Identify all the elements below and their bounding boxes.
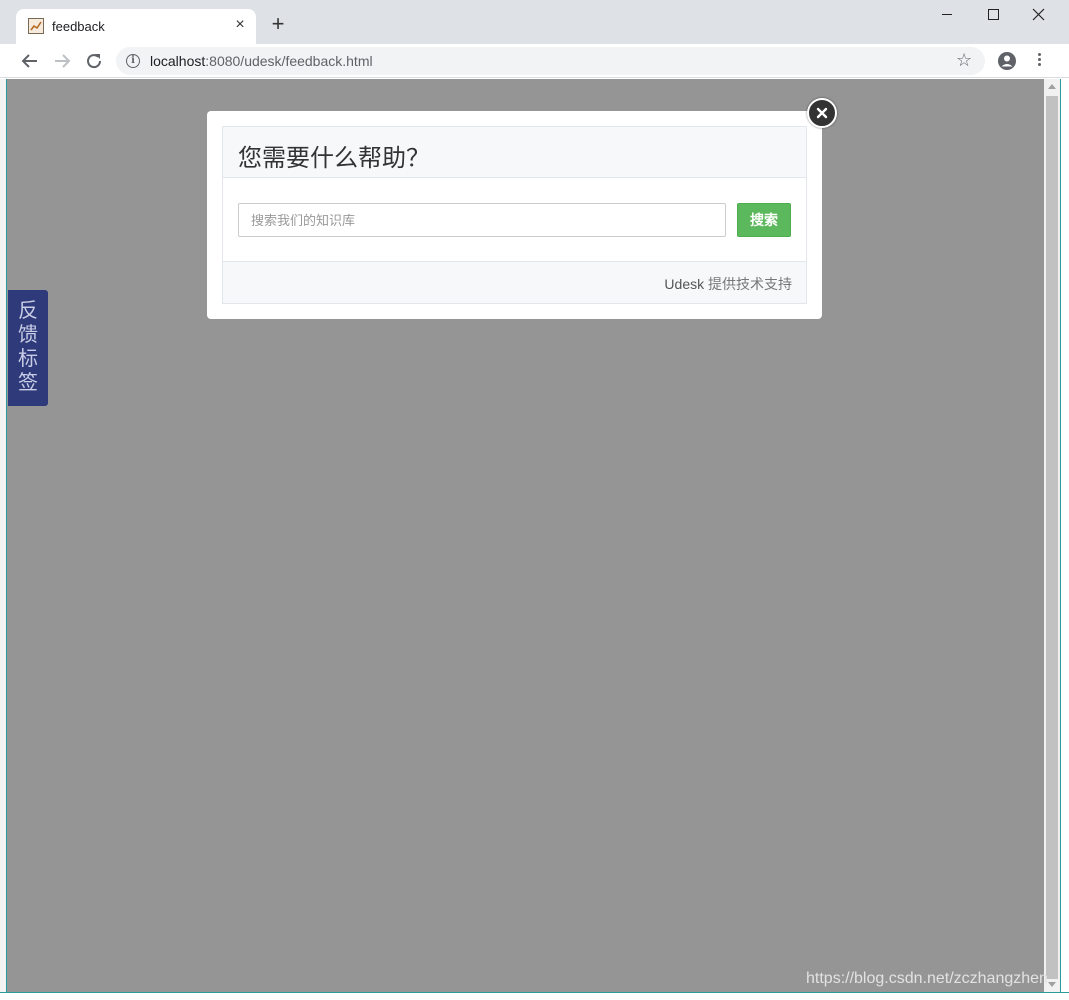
menu-dots-icon[interactable] — [1032, 51, 1046, 71]
browser-window: feedback × + i localhost:8080/udesk/feed… — [0, 0, 1069, 1000]
help-modal: 您需要什么帮助？ 搜索 Udesk 提供技术支持 — [207, 111, 822, 319]
info-icon[interactable]: i — [126, 54, 140, 68]
new-tab-plus-icon[interactable]: + — [266, 13, 290, 37]
feedback-side-tab[interactable]: 反 馈 标 签 — [8, 290, 48, 406]
reload-icon[interactable] — [82, 49, 106, 73]
window-close-button[interactable] — [1016, 0, 1062, 30]
modal-close-button[interactable] — [807, 98, 837, 128]
footer-support-text: 提供技术支持 — [704, 276, 792, 292]
powered-by: Udesk 提供技术支持 — [664, 274, 792, 294]
tab-close-icon[interactable]: × — [230, 15, 250, 35]
url-text: localhost:8080/udesk/feedback.html — [150, 53, 373, 69]
address-bar[interactable]: i localhost:8080/udesk/feedback.html ☆ — [116, 47, 985, 75]
feedback-side-tab-label: 反 馈 标 签 — [8, 299, 48, 395]
url-host: localhost — [150, 53, 206, 69]
panel-header: 您需要什么帮助？ — [223, 127, 806, 178]
maximize-button[interactable] — [970, 0, 1016, 30]
star-icon[interactable]: ☆ — [956, 50, 972, 70]
side-tab-char: 标 — [18, 348, 38, 370]
modal-title: 您需要什么帮助？ — [238, 145, 430, 172]
forward-arrow-icon[interactable] — [50, 49, 74, 73]
profile-icon[interactable] — [997, 51, 1017, 71]
knowledge-search-input[interactable] — [238, 203, 726, 237]
url-path: :8080/udesk/feedback.html — [205, 53, 373, 69]
vertical-scrollbar[interactable] — [1044, 79, 1060, 992]
favicon-icon — [28, 18, 44, 34]
back-arrow-icon[interactable] — [18, 49, 42, 73]
close-icon — [1032, 8, 1045, 21]
side-tab-char: 反 — [18, 300, 38, 322]
help-panel: 您需要什么帮助？ 搜索 Udesk 提供技术支持 — [222, 126, 807, 304]
minimize-button[interactable] — [924, 0, 970, 30]
side-tab-char: 馈 — [18, 324, 38, 346]
scroll-down-arrow-icon[interactable] — [1048, 982, 1056, 987]
side-tab-char: 签 — [18, 372, 38, 394]
tab-title: feedback — [52, 19, 105, 34]
tab-feedback[interactable]: feedback × — [16, 9, 256, 44]
browser-toolbar: i localhost:8080/udesk/feedback.html ☆ — [0, 44, 1069, 78]
bottom-window-edge — [0, 992, 1069, 1000]
panel-footer: Udesk 提供技术支持 — [223, 261, 806, 303]
scroll-up-arrow-icon[interactable] — [1048, 84, 1056, 89]
modal-close-icon — [816, 107, 828, 119]
right-window-edge — [1060, 79, 1069, 992]
scroll-thumb[interactable] — [1046, 96, 1058, 979]
left-window-edge — [0, 79, 7, 992]
tab-strip: feedback × + — [0, 0, 1069, 44]
watermark: https://blog.csdn.net/zczhangzhen — [806, 970, 1048, 987]
search-button[interactable]: 搜索 — [737, 203, 791, 237]
footer-brand[interactable]: Udesk — [664, 276, 704, 292]
